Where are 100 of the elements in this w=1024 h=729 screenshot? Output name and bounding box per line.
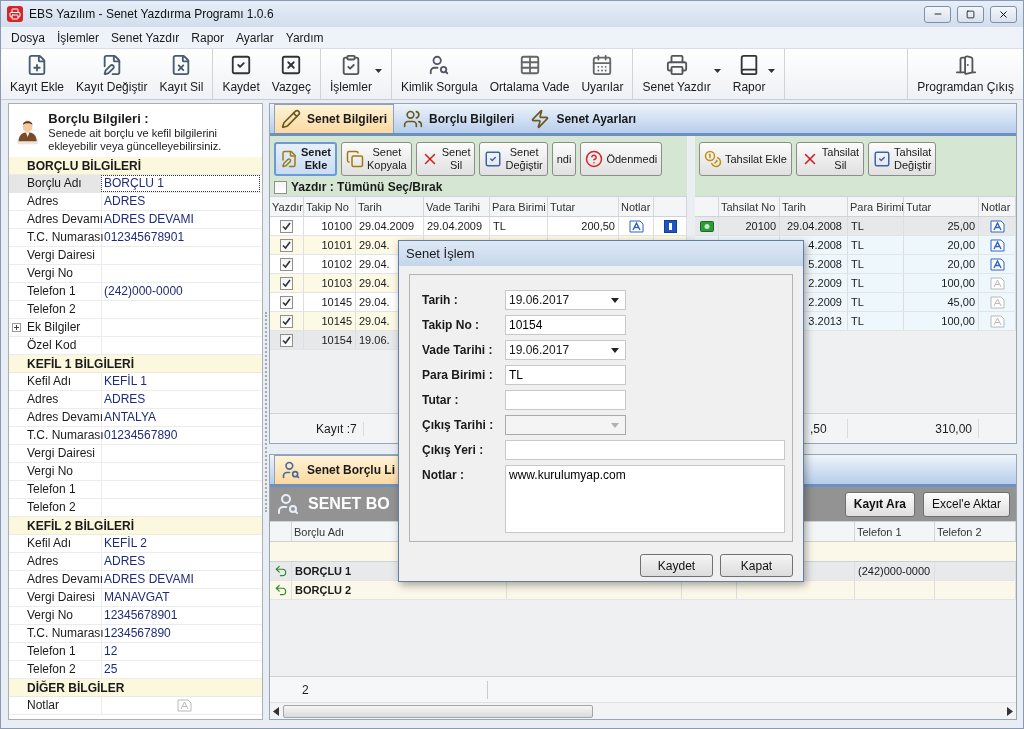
dropdown-field[interactable]: 19.06.2017 (505, 290, 626, 310)
column-header[interactable]: Tutar (904, 197, 979, 216)
action-button[interactable]: ndi (551, 142, 577, 176)
input-field[interactable] (505, 390, 626, 410)
menu-item[interactable]: Senet Yazdır (105, 30, 186, 45)
column-header[interactable]: Telefon 2 (935, 522, 1016, 541)
toolbar-button[interactable]: Kayıt Değiştir (70, 49, 154, 99)
toolbar-button[interactable]: Rapor (726, 49, 772, 99)
note-icon[interactable] (989, 238, 1005, 252)
property-value[interactable]: KEFİL 1 (101, 373, 262, 390)
property-value[interactable]: BORÇLU 1 (101, 175, 260, 192)
caret-icon[interactable] (374, 69, 382, 73)
check-icon (873, 150, 892, 168)
column-header[interactable]: Vade Tarihi (424, 197, 490, 216)
property-value[interactable]: ADRES DEVAMI (101, 211, 262, 228)
toolbar-button[interactable]: Kaydet (216, 49, 266, 99)
property-value[interactable]: ANTALYA (101, 409, 262, 426)
expand-icon[interactable] (12, 323, 21, 332)
property-value[interactable]: 12 (101, 643, 262, 660)
action-button[interactable]: Excel'e Aktar (923, 491, 1010, 517)
action-button[interactable]: Senet Kopyala (340, 142, 412, 176)
checkbox[interactable] (280, 314, 293, 328)
copy-icon (345, 150, 364, 168)
menu-item[interactable]: Rapor (185, 30, 230, 45)
toolbar-button[interactable]: Kayıt Sil (153, 49, 210, 99)
column-header[interactable]: Telefon 1 (855, 522, 935, 541)
toolbar-button[interactable]: Programdan Çıkış (911, 49, 1020, 99)
caret-icon[interactable] (768, 69, 776, 73)
dialog-button[interactable]: Kaydet (640, 554, 713, 577)
column-header[interactable]: Yazdır (270, 197, 304, 216)
column-header[interactable]: Tahsilat No (719, 197, 780, 216)
splitter-handle[interactable] (264, 311, 268, 512)
column-header[interactable]: Tarih (356, 197, 424, 216)
dropdown-field[interactable]: 19.06.2017 (505, 340, 626, 360)
minimize-button[interactable] (924, 5, 951, 23)
property-label[interactable]: Borçlu Adı (9, 175, 101, 193)
checkbox[interactable] (280, 219, 293, 233)
action-button[interactable]: Tahsilat Ekle (699, 142, 792, 176)
menu-item[interactable]: Yardım (279, 30, 330, 45)
table-row[interactable]: 20100 29.04.2008 TL 25,00 (695, 217, 1016, 236)
maximize-button[interactable] (957, 5, 984, 23)
input-field[interactable]: 10154 (505, 315, 626, 335)
action-button[interactable]: Tahsilat Sil (795, 142, 865, 176)
input-field[interactable] (505, 440, 785, 460)
tab[interactable]: Borçlu Bilgileri (396, 104, 522, 133)
column-header[interactable]: Para Birimi (848, 197, 904, 216)
column-header[interactable]: Notlar (979, 197, 1016, 216)
action-button[interactable]: Senet Sil (415, 142, 476, 176)
note-icon[interactable] (628, 219, 644, 233)
property-value[interactable]: 25 (101, 661, 262, 678)
checkbox[interactable] (280, 333, 293, 347)
column-header[interactable]: Tarih (780, 197, 848, 216)
property-value[interactable]: ADRES (101, 391, 262, 408)
action-button[interactable]: Ödenmedi (580, 142, 663, 176)
scrollbar-thumb[interactable] (283, 704, 593, 718)
toolbar-button[interactable]: Senet Yazdır (636, 49, 717, 99)
toolbar-button[interactable]: Kayıt Ekle (4, 49, 71, 99)
dialog-button[interactable]: Kapat (720, 554, 793, 577)
action-button[interactable]: Kayıt Ara (844, 491, 915, 517)
toolbar-button[interactable]: Vazgeç (265, 49, 317, 99)
toolbar-button[interactable]: Ortalama Vade (483, 49, 576, 99)
input-field[interactable]: TL (505, 365, 626, 385)
property-value[interactable]: KEFİL 2 (101, 535, 262, 552)
action-button[interactable]: Tahsilat Değiştir (868, 142, 937, 176)
caret-icon (611, 297, 619, 303)
record-count: 2 (270, 680, 488, 699)
menu-item[interactable]: Dosya (5, 30, 51, 45)
toolbar-button[interactable]: Uyarılar (575, 49, 630, 99)
toolbar-button[interactable]: Kimlik Sorgula (394, 49, 484, 99)
checkbox[interactable] (280, 238, 293, 252)
note-icon[interactable] (989, 257, 1005, 271)
checkbox[interactable] (280, 295, 293, 309)
caret-icon[interactable] (713, 69, 721, 73)
scroll-left-icon[interactable] (273, 706, 279, 716)
column-header[interactable]: Takip No (304, 197, 356, 216)
action-button[interactable]: Senet Değiştir (479, 142, 548, 176)
column-header[interactable]: Para Birimi (490, 197, 548, 216)
property-value[interactable]: (242)000-0000 (101, 283, 262, 300)
property-value[interactable]: MANAVGAT (101, 589, 262, 606)
close-button[interactable] (990, 5, 1017, 23)
menu-item[interactable]: Ayarlar (230, 30, 280, 45)
note-icon[interactable] (989, 219, 1005, 233)
property-value[interactable]: ADRES (101, 553, 262, 570)
checkbox[interactable] (274, 180, 287, 194)
property-value[interactable]: ADRES DEVAMI (101, 571, 262, 588)
toolbar-button[interactable]: İşlemler (323, 49, 378, 99)
property-value[interactable]: 12345678901 (101, 607, 262, 624)
scroll-right-icon[interactable] (1007, 706, 1013, 716)
notes-field[interactable]: www.kurulumyap.com (505, 465, 785, 533)
column-header[interactable]: Notlar (619, 197, 654, 216)
menu-item[interactable]: İşlemler (51, 30, 106, 45)
table-row[interactable]: BORÇLU 2 (270, 581, 1016, 600)
tab[interactable]: Senet Ayarları (523, 104, 644, 133)
tab[interactable]: Senet Bilgileri (274, 104, 395, 133)
checkbox[interactable] (280, 257, 293, 271)
column-header[interactable]: Tutar (548, 197, 619, 216)
property-value[interactable]: ADRES (101, 193, 262, 210)
action-button[interactable]: Senet Ekle (274, 142, 337, 176)
table-row[interactable]: 10100 29.04.2009 29.04.2009 TL 200,50 (270, 217, 687, 236)
checkbox[interactable] (280, 276, 293, 290)
